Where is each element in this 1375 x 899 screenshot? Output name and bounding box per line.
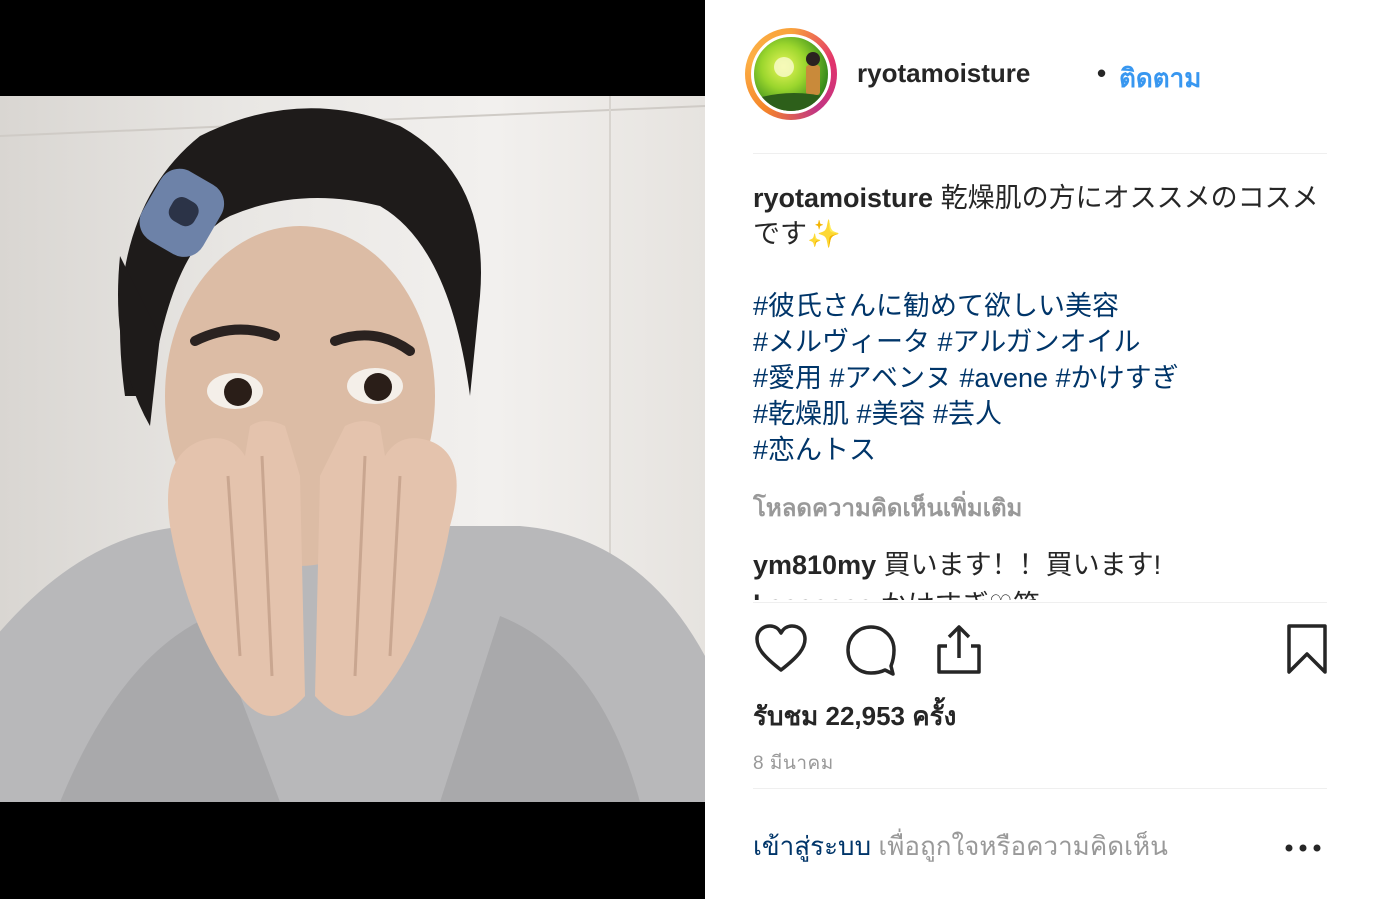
more-options-icon[interactable]: [1281, 838, 1325, 858]
post-caption: ryotamoisture 乾燥肌の方にオススメのコスメです✨: [753, 180, 1333, 252]
avatar[interactable]: [751, 34, 831, 114]
hashtag-line[interactable]: #愛用 #アベンヌ #avene #かけすぎ: [753, 360, 1333, 396]
hashtag-line[interactable]: #恋んトス: [753, 432, 1333, 468]
comment-icon[interactable]: [843, 620, 899, 680]
bookmark-icon[interactable]: [1279, 620, 1335, 680]
comment-item: ym810my 買います！！買います!: [753, 547, 1333, 583]
post-media: [0, 0, 705, 899]
hashtag-line[interactable]: #彼氏さんに勧めて欲しい美容: [753, 288, 1333, 324]
login-prompt: เข้าสู่ระบบ เพื่อถูกใจหรือความคิดเห็น: [753, 826, 1168, 867]
login-prompt-text: เพื่อถูกใจหรือความคิดเห็น: [878, 831, 1168, 861]
post-video[interactable]: [0, 96, 705, 802]
share-icon[interactable]: [931, 620, 987, 680]
footer-divider: [753, 788, 1327, 789]
comment-text: かけすぎ♡笑: [881, 590, 1040, 600]
avatar-image: [754, 52, 828, 111]
comment-item: kaaaaaaa かけすぎ♡笑: [753, 587, 1333, 600]
post-date[interactable]: 8 มีนาคม: [753, 748, 834, 778]
login-link[interactable]: เข้าสู่ระบบ: [753, 831, 871, 861]
view-count: รับชม 22,953 ครั้ง: [753, 701, 957, 731]
comment-text: 買います！！買います!: [883, 550, 1162, 580]
caption-username[interactable]: ryotamoisture: [753, 183, 933, 213]
post-username[interactable]: ryotamoisture: [857, 58, 1030, 89]
comments-divider: [753, 602, 1327, 603]
follow-button[interactable]: ติดตาม: [1119, 58, 1201, 99]
separator-dot: •: [1097, 58, 1107, 88]
load-more-comments-button[interactable]: โหลดความคิดเห็นเพิ่มเติม: [753, 488, 1333, 527]
header-divider: [753, 153, 1327, 154]
comment-username[interactable]: kaaaaaaa: [753, 590, 873, 600]
video-frame-illustration: [0, 96, 705, 802]
post-header: ryotamoisture • ติดตาม: [745, 28, 1325, 124]
comment-username[interactable]: ym810my: [753, 550, 876, 580]
heart-icon[interactable]: [753, 620, 809, 680]
hashtag-line[interactable]: #乾燥肌 #美容 #芸人: [753, 396, 1333, 432]
hashtag-list: #彼氏さんに勧めて欲しい美容 #メルヴィータ #アルガンオイル #愛用 #アベン…: [753, 288, 1333, 468]
comments-section[interactable]: ryotamoisture 乾燥肌の方にオススメのコスメです✨ #彼氏さんに勧め…: [753, 180, 1333, 600]
hashtag-line[interactable]: #メルヴィータ #アルガンオイル: [753, 324, 1333, 360]
post-details-panel: ryotamoisture • ติดตาม ryotamoisture 乾燥肌…: [705, 0, 1375, 899]
avatar-story-ring[interactable]: [745, 28, 837, 120]
action-bar: [753, 620, 1333, 684]
